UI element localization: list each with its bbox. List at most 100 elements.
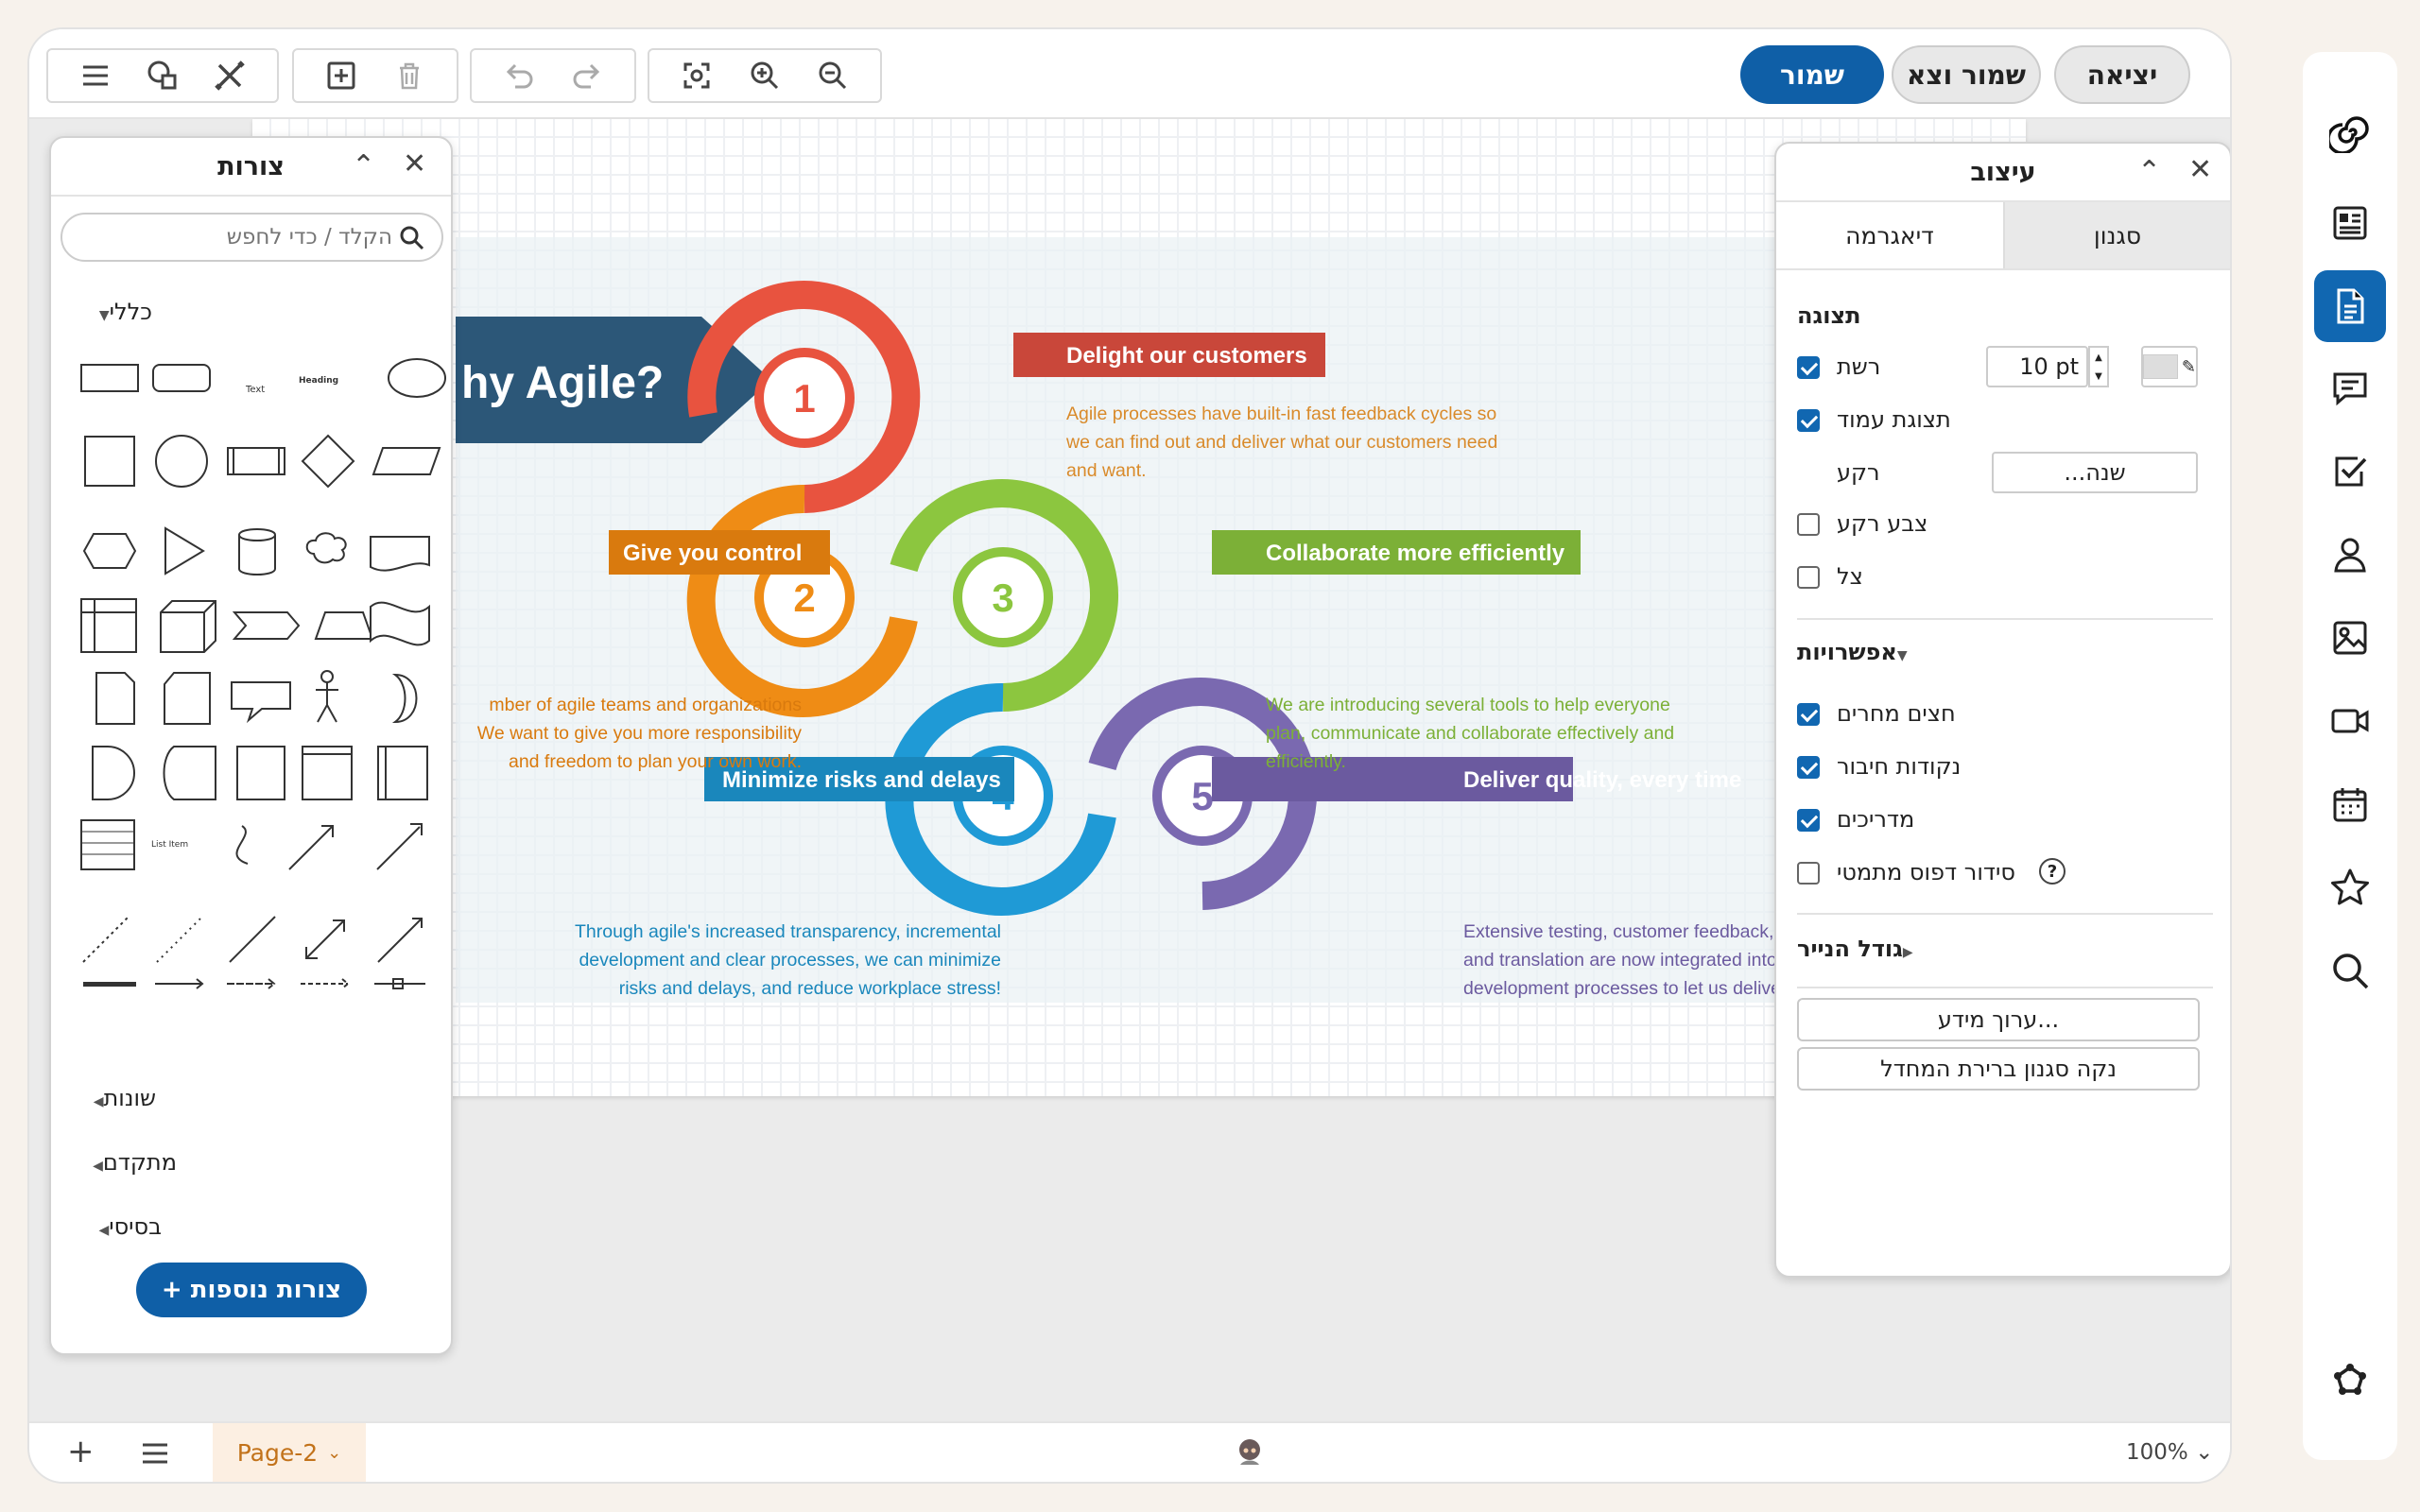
body-2-line: and freedom to plan your own work. bbox=[509, 751, 802, 772]
step-number: 1 bbox=[793, 376, 815, 421]
mini-text-shape[interactable]: Text bbox=[246, 385, 265, 395]
shadow-checkbox[interactable] bbox=[1797, 566, 1820, 589]
grid-size-stepper[interactable]: ▲ ▼ bbox=[2088, 346, 2109, 387]
sidebar-item-favorites[interactable] bbox=[2324, 861, 2377, 914]
edit-data-button[interactable]: ...ערוך מידע bbox=[1797, 998, 2200, 1041]
undo-button[interactable] bbox=[492, 52, 546, 99]
page-tab[interactable]: Page-2 ⌄ bbox=[213, 1423, 366, 1482]
bg-color-checkbox[interactable] bbox=[1797, 513, 1820, 536]
user-icon bbox=[2334, 538, 2366, 573]
change-background-button[interactable]: ...שנה bbox=[1992, 452, 2198, 493]
tab-style[interactable]: סגנון bbox=[2003, 202, 2230, 268]
step-number: 3 bbox=[992, 576, 1013, 620]
spiral-logo-icon bbox=[2329, 116, 2369, 153]
triangle-down-icon: ▼ bbox=[98, 308, 110, 323]
search-icon bbox=[2333, 954, 2369, 989]
basic-section-header[interactable]: בסיסי◀ bbox=[91, 1213, 162, 1240]
grid-color-picker[interactable]: ✎ bbox=[2141, 346, 2198, 387]
general-section-header[interactable]: כללי▼ bbox=[92, 299, 152, 325]
add-page-button[interactable]: + bbox=[67, 1433, 95, 1470]
clear-default-style-button[interactable]: נקה סגנון ברירת המחדל bbox=[1797, 1047, 2200, 1091]
search-icon[interactable] bbox=[399, 225, 425, 251]
triangle-right-icon: ◀ bbox=[93, 1159, 103, 1174]
delete-button[interactable] bbox=[382, 52, 437, 99]
advanced-section-header[interactable]: מתקדם◀ bbox=[85, 1149, 177, 1176]
grid-checkbox[interactable] bbox=[1797, 356, 1820, 379]
collapse-shapes-button[interactable]: ⌃ bbox=[352, 149, 375, 182]
sidebar-item-documents[interactable] bbox=[2314, 270, 2386, 342]
trash-icon bbox=[400, 62, 419, 90]
body-2-line: We want to give you more responsibility bbox=[477, 723, 802, 744]
chevron-down-icon: ⌄ bbox=[2195, 1440, 2214, 1465]
toolbar-group-menu bbox=[46, 48, 279, 103]
sidebar-item-video[interactable] bbox=[2324, 695, 2377, 747]
help-icon[interactable]: ? bbox=[2039, 858, 2066, 885]
sidebar-item-tasks[interactable] bbox=[2324, 445, 2377, 498]
zoom-dropdown[interactable]: 100% ⌄ bbox=[2126, 1440, 2213, 1465]
format-button[interactable] bbox=[202, 52, 257, 99]
sidebar-item-dashboard[interactable] bbox=[2324, 197, 2377, 249]
toolbar-group-view bbox=[648, 48, 882, 103]
body-3-line: We are introducing several tools to help… bbox=[1266, 695, 1670, 715]
triangle-right-icon: ▶ bbox=[1902, 945, 1913, 960]
zoom-in-button[interactable] bbox=[737, 52, 792, 99]
math-typesetting-checkbox[interactable] bbox=[1797, 862, 1820, 885]
connector-shapes-row[interactable] bbox=[51, 970, 453, 998]
paper-size-section-header[interactable]: ▶גודל הנייר bbox=[1797, 936, 1921, 962]
pages-menu-icon[interactable] bbox=[141, 1440, 169, 1467]
hamburger-icon bbox=[82, 65, 108, 86]
sidebar-item-logo[interactable] bbox=[2324, 106, 2377, 159]
redo-button[interactable] bbox=[560, 52, 614, 99]
sidebar-item-contacts[interactable] bbox=[2324, 528, 2377, 581]
shape-search-input[interactable] bbox=[60, 213, 443, 262]
shapes-button[interactable] bbox=[135, 52, 190, 99]
fit-screen-icon bbox=[683, 62, 710, 89]
connection-points-checkbox[interactable] bbox=[1797, 756, 1820, 779]
sidebar-item-calendar[interactable] bbox=[2324, 778, 2377, 831]
connection-arrows-checkbox[interactable] bbox=[1797, 703, 1820, 726]
more-shapes-button[interactable]: + צורות נוספות bbox=[136, 1263, 367, 1317]
sidebar-item-search[interactable] bbox=[2324, 944, 2377, 997]
options-section-header[interactable]: ▼אפשרויות bbox=[1797, 639, 1915, 665]
collapse-format-button[interactable]: ⌃ bbox=[2137, 155, 2161, 188]
github-octocat-icon[interactable] bbox=[1236, 1436, 1264, 1469]
fit-button[interactable] bbox=[669, 52, 724, 99]
plus-square-icon bbox=[327, 61, 355, 90]
arrow-up-icon: ▲ bbox=[2095, 352, 2102, 363]
chevron-up-icon: ⌃ bbox=[352, 149, 376, 182]
mini-heading-shape[interactable]: Heading bbox=[299, 376, 338, 386]
close-icon: ✕ bbox=[2188, 153, 2213, 186]
sidebar-item-chat[interactable] bbox=[2324, 362, 2377, 415]
shapes-icon bbox=[147, 60, 177, 90]
network-icon bbox=[2334, 1364, 2366, 1395]
arrow-down-icon: ▼ bbox=[2095, 370, 2102, 382]
menu-button[interactable] bbox=[68, 52, 123, 99]
format-panel: עיצוב ⌃ ✕ דיאגרמה סגנון תצוגה רשת 10 pt … bbox=[1774, 142, 2230, 1278]
close-shapes-button[interactable]: ✕ bbox=[403, 147, 426, 180]
exit-button[interactable]: יציאה bbox=[2054, 45, 2190, 104]
insert-button[interactable] bbox=[314, 52, 369, 99]
sidebar-item-photos[interactable] bbox=[2324, 611, 2377, 664]
general-shapes-grid[interactable] bbox=[51, 344, 453, 987]
misc-section-header[interactable]: שונות◀ bbox=[86, 1085, 156, 1111]
sidebar-item-integrations[interactable] bbox=[2324, 1354, 2377, 1407]
close-format-button[interactable]: ✕ bbox=[2188, 153, 2212, 186]
zoom-level: 100% bbox=[2126, 1440, 2188, 1465]
zoom-out-button[interactable] bbox=[805, 52, 860, 99]
mini-list-item-shape[interactable]: List Item bbox=[151, 840, 188, 850]
diagram-title: hy Agile? bbox=[461, 358, 664, 408]
tab-diagram[interactable]: דיאגרמה bbox=[1776, 202, 2003, 268]
agile-infographic[interactable]: hy Agile? 1 2 3 5 Delight our customers … bbox=[456, 237, 1798, 1003]
save-button[interactable]: שמור bbox=[1740, 45, 1884, 104]
connection-arrows-label: חצים מחרים bbox=[1837, 700, 1956, 727]
page-view-checkbox[interactable] bbox=[1797, 409, 1820, 432]
grid-label: רשת bbox=[1837, 353, 1881, 380]
calendar-icon bbox=[2333, 788, 2367, 822]
triangle-right-icon: ◀ bbox=[93, 1094, 104, 1109]
close-icon: ✕ bbox=[403, 147, 427, 180]
guides-checkbox[interactable] bbox=[1797, 809, 1820, 832]
body-4-line: Through agile's increased transparency, … bbox=[575, 921, 1001, 942]
body-3-line: plan, communicate and collaborate effect… bbox=[1266, 723, 1674, 744]
save-exit-button[interactable]: שמור וצא bbox=[1892, 45, 2041, 104]
grid-size-input[interactable]: 10 pt bbox=[1986, 346, 2088, 387]
